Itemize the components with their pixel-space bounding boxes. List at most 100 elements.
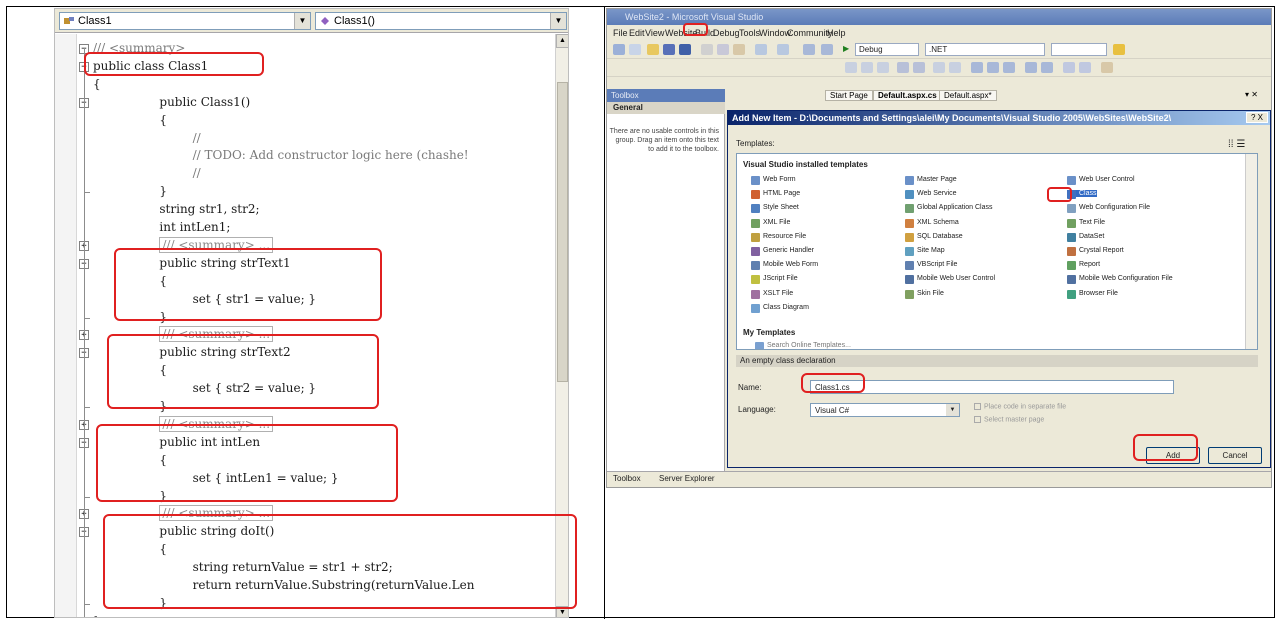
vs-titlebar: WebSite2 - Microsoft Visual Studio (607, 9, 1271, 25)
menu-item[interactable]: Community (787, 28, 833, 38)
navigate-back-icon[interactable] (803, 44, 815, 55)
template-item[interactable]: Mobile Web Configuration File (1067, 275, 1173, 285)
templates-scrollbar[interactable] (1245, 154, 1257, 349)
template-item[interactable]: HTML Page (751, 190, 800, 200)
redo-icon[interactable] (777, 44, 789, 55)
template-item[interactable]: Report (1067, 261, 1100, 271)
select-master-checkbox[interactable]: Select master page (974, 416, 1044, 423)
template-item[interactable]: Global Application Class (905, 204, 993, 214)
menu-item[interactable]: Tools (739, 28, 760, 38)
bookmark-icon[interactable] (1003, 62, 1015, 73)
template-item[interactable]: Skin File (905, 289, 944, 299)
scroll-up-icon[interactable]: ▲ (556, 34, 568, 48)
place-code-checkbox[interactable]: Place code in separate file (974, 403, 1066, 410)
template-item[interactable]: Master Page (905, 176, 957, 185)
language-select[interactable]: Visual C# ▼ (810, 403, 960, 417)
template-item[interactable]: Web Service (905, 190, 957, 200)
document-tab[interactable]: Default.aspx.cs (873, 90, 942, 101)
member-combo[interactable]: Class1() ▼ (315, 12, 567, 30)
template-icon (905, 176, 914, 185)
document-tab[interactable]: Start Page (825, 90, 873, 101)
indent-icon[interactable] (897, 62, 909, 73)
bookmark-icon[interactable] (1041, 62, 1053, 73)
format-icon[interactable] (861, 62, 873, 73)
visual-studio-window: WebSite2 - Microsoft Visual Studio File E… (606, 8, 1272, 488)
paste-icon[interactable] (733, 44, 745, 55)
template-icon (905, 190, 914, 200)
template-item[interactable]: Browser File (1067, 289, 1118, 299)
close-icon[interactable]: ▾ ✕ (1241, 90, 1262, 99)
outdent-icon[interactable] (913, 62, 925, 73)
format-icon[interactable] (845, 62, 857, 73)
template-item[interactable]: Crystal Report (1067, 247, 1124, 256)
bookmark-icon[interactable] (987, 62, 999, 73)
template-item[interactable]: XML Schema (905, 218, 959, 228)
template-item[interactable]: Web User Control (1067, 176, 1135, 185)
template-item[interactable]: VBScript File (905, 261, 957, 271)
menu-item[interactable]: Edit (629, 28, 645, 38)
tool-icon[interactable] (1063, 62, 1075, 73)
templates-list[interactable]: Visual Studio installed templates My Tem… (736, 153, 1258, 350)
navigate-forward-icon[interactable] (821, 44, 833, 55)
tool-icon[interactable] (1079, 62, 1091, 73)
template-item[interactable]: Resource File (751, 232, 806, 242)
dialog-help-close-buttons[interactable]: ? X (1246, 112, 1268, 123)
cancel-button[interactable]: Cancel (1208, 447, 1262, 464)
open-icon[interactable] (647, 44, 659, 55)
template-item[interactable]: Web Configuration File (1067, 204, 1150, 214)
comment-icon[interactable] (933, 62, 945, 73)
find-combo[interactable] (1051, 43, 1107, 56)
undo-icon[interactable] (755, 44, 767, 55)
template-item[interactable]: Site Map (905, 247, 945, 256)
uncomment-icon[interactable] (949, 62, 961, 73)
template-item[interactable]: SQL Database (905, 232, 963, 242)
toolbox-panel: Toolbox General There are no usable cont… (607, 89, 725, 479)
config-combo[interactable]: Debug (855, 43, 919, 56)
menu-item[interactable]: Debug (713, 28, 740, 38)
chevron-down-icon[interactable]: ▼ (946, 404, 959, 416)
add-item-icon[interactable] (629, 44, 641, 55)
bookmark-icon[interactable] (971, 62, 983, 73)
bookmark-icon[interactable] (1025, 62, 1037, 73)
menu-item[interactable]: File (613, 28, 628, 38)
template-icon (751, 289, 760, 299)
document-tab[interactable]: Default.aspx* (939, 90, 997, 101)
code-line: } (93, 614, 101, 617)
highlight-property-strtext1 (114, 248, 382, 321)
language-label: Language: (738, 405, 776, 414)
template-item[interactable]: DataSet (1067, 232, 1104, 242)
scroll-thumb[interactable] (557, 82, 568, 382)
start-debug-icon[interactable]: ▶ (843, 44, 849, 53)
template-item[interactable]: Web Form (751, 176, 796, 185)
class-combo[interactable]: Class1 ▼ (59, 12, 311, 30)
bottom-tab[interactable]: Server Explorer (659, 474, 715, 483)
toolbox-group-general[interactable]: General (607, 102, 725, 114)
outline-end-tick (84, 317, 90, 319)
chevron-down-icon[interactable]: ▼ (550, 13, 566, 29)
template-item[interactable]: Mobile Web Form (751, 261, 818, 271)
save-all-icon[interactable] (679, 44, 691, 55)
template-item[interactable]: JScript File (751, 275, 798, 285)
template-item[interactable]: Generic Handler (751, 247, 814, 256)
template-item[interactable]: Style Sheet (751, 204, 799, 214)
search-online-templates[interactable]: Search Online Templates... (755, 342, 851, 349)
cut-icon[interactable] (701, 44, 713, 55)
menu-item[interactable]: Help (827, 28, 846, 38)
class-combo-label: Class1 (78, 15, 112, 27)
save-icon[interactable] (663, 44, 675, 55)
template-item[interactable]: XML File (751, 218, 790, 228)
new-project-icon[interactable] (613, 44, 625, 55)
tool-icon[interactable] (1101, 62, 1113, 73)
chevron-down-icon[interactable]: ▼ (294, 13, 310, 29)
find-icon[interactable] (1113, 44, 1125, 55)
copy-icon[interactable] (717, 44, 729, 55)
template-item[interactable]: XSLT File (751, 289, 793, 299)
platform-combo[interactable]: .NET (925, 43, 1045, 56)
bottom-tab[interactable]: Toolbox (613, 474, 641, 483)
format-icon[interactable] (877, 62, 889, 73)
template-item[interactable]: Mobile Web User Control (905, 275, 995, 285)
view-mode-icons[interactable]: ⁞⁞ ☰ (1228, 139, 1245, 150)
template-item[interactable]: Class Diagram (751, 303, 809, 313)
menu-item[interactable]: View (645, 28, 664, 38)
template-item[interactable]: Text File (1067, 218, 1105, 228)
